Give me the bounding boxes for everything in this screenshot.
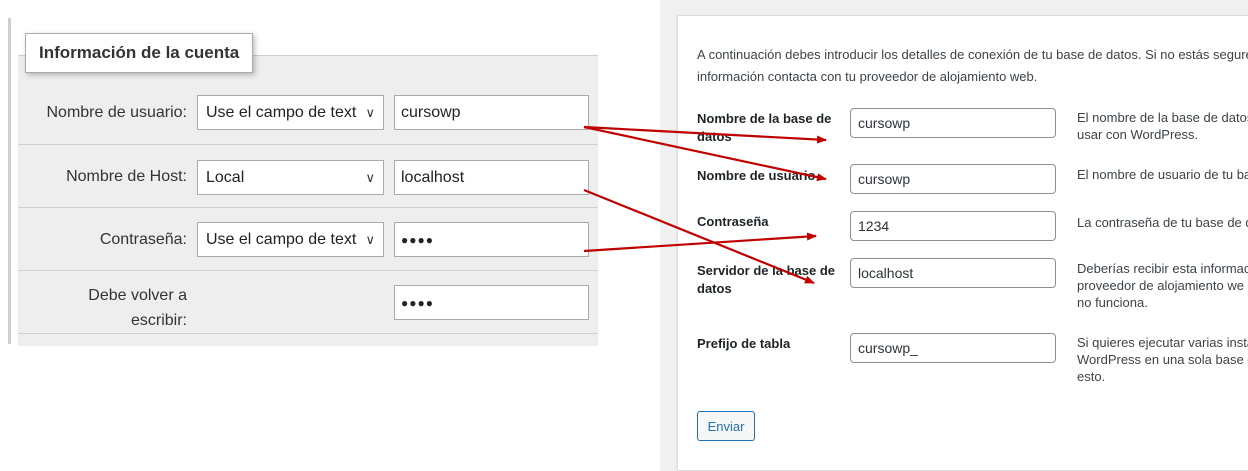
dbuser-label: Nombre de usuario xyxy=(697,168,816,183)
intro-line2: información contacta con tu proveedor de… xyxy=(697,69,1038,84)
prefix-input[interactable]: cursowp_ xyxy=(850,333,1056,363)
password-select-value: Use el campo de text xyxy=(206,230,357,248)
dbhost-input[interactable]: localhost xyxy=(850,258,1056,288)
dbname-desc-line1: El nombre de la base de datos xyxy=(1077,110,1248,125)
dbhost-desc-line1: Deberías recibir esta informac xyxy=(1077,261,1248,276)
row-divider xyxy=(18,333,598,334)
chevron-down-icon: ∨ xyxy=(365,232,375,247)
retype-label-line2: escribir: xyxy=(130,312,187,329)
dbpass-label: Contraseña xyxy=(697,214,769,229)
intro-line1: A continuación debes introducir los deta… xyxy=(697,47,1248,62)
username-select[interactable]: Use el campo de text ∨ xyxy=(197,95,384,130)
retype-label-line1: Debe volver a xyxy=(88,287,187,304)
password-select[interactable]: Use el campo de text ∨ xyxy=(197,222,384,257)
dbhost-description: Deberías recibir esta informac proveedor… xyxy=(1077,260,1248,311)
dbpass-description: La contraseña de tu base de d xyxy=(1077,215,1248,230)
retype-password-input[interactable]: ●●●● xyxy=(394,285,589,320)
row-divider xyxy=(18,270,598,271)
dbhost-desc-line3: no funciona. xyxy=(1077,295,1148,310)
intro-text: A continuación debes introducir los deta… xyxy=(697,44,1248,88)
fieldset-legend: Información de la cuenta xyxy=(25,33,254,73)
prefix-desc-line1: Si quieres ejecutar varias insta xyxy=(1077,335,1248,350)
row-divider xyxy=(18,144,598,145)
dbhost-label: Servidor de la base de datos xyxy=(697,262,837,298)
host-select[interactable]: Local ∨ xyxy=(197,160,384,195)
row-divider xyxy=(18,207,598,208)
username-label: Nombre de usuario: xyxy=(46,104,187,121)
dbname-description: El nombre de la base de datos usar con W… xyxy=(1077,109,1248,143)
password-label: Contraseña: xyxy=(99,231,187,248)
host-label: Nombre de Host: xyxy=(66,168,187,185)
username-input[interactable]: cursowp xyxy=(394,95,589,130)
dbname-label: Nombre de la base de datos xyxy=(697,110,837,146)
submit-button[interactable]: Enviar xyxy=(697,411,755,441)
chevron-down-icon: ∨ xyxy=(365,170,375,185)
dbuser-input[interactable]: cursowp xyxy=(850,164,1056,194)
retype-label: Debe volver a escribir: xyxy=(88,283,187,333)
prefix-desc-line3: esto. xyxy=(1077,369,1106,384)
dbpass-input[interactable]: 1234 xyxy=(850,211,1056,241)
prefix-label: Prefijo de tabla xyxy=(697,336,791,351)
host-input[interactable]: localhost xyxy=(394,160,589,195)
dbuser-description: El nombre de usuario de tu ba xyxy=(1077,167,1248,182)
dbname-label-line2: datos xyxy=(697,129,732,144)
dbname-label-line1: Nombre de la base de xyxy=(697,111,832,126)
panel-left-border xyxy=(8,18,11,344)
username-select-value: Use el campo de text xyxy=(206,103,357,121)
host-select-value: Local xyxy=(206,168,245,186)
prefix-desc-line2: WordPress en una sola base d xyxy=(1077,352,1248,367)
dbname-input[interactable]: cursowp xyxy=(850,108,1056,138)
dbhost-desc-line2: proveedor de alojamiento we xyxy=(1077,278,1244,293)
prefix-description: Si quieres ejecutar varias insta WordPre… xyxy=(1077,334,1248,385)
phpmyadmin-account-panel: Información de la cuenta Nombre de usuar… xyxy=(0,0,600,346)
password-input[interactable]: ●●●● xyxy=(394,222,589,257)
dbname-desc-line2: usar con WordPress. xyxy=(1077,127,1199,142)
dbhost-label-line1: Servidor de la base de xyxy=(697,263,836,278)
dbhost-label-line2: datos xyxy=(697,281,732,296)
chevron-down-icon: ∨ xyxy=(365,105,375,120)
